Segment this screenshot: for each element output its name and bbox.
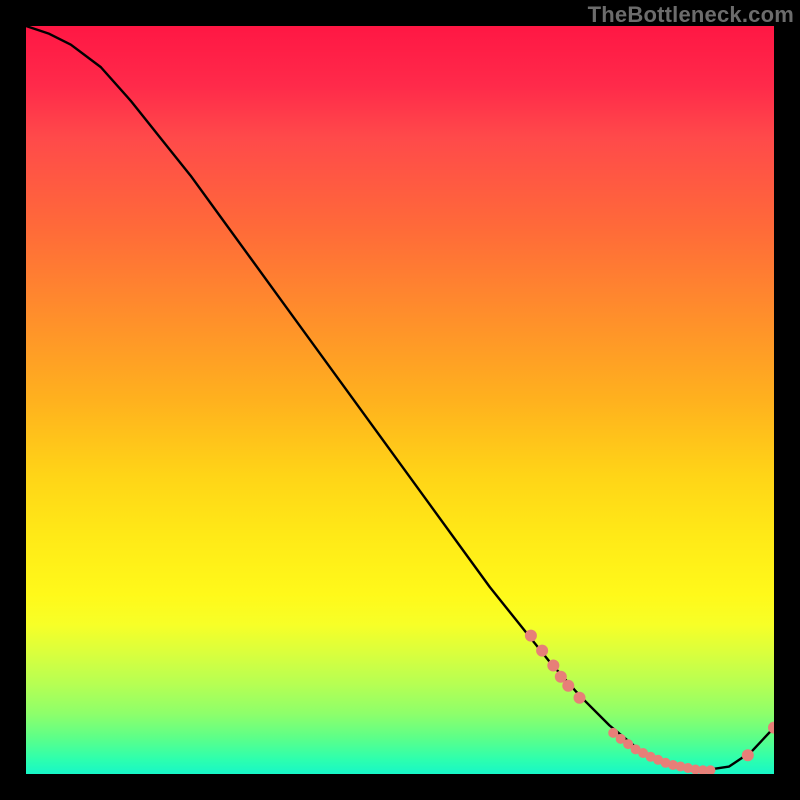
cluster-upper-point <box>547 660 559 672</box>
chart-svg <box>26 26 774 774</box>
cluster-upper-point <box>536 645 548 657</box>
cluster-upper-point <box>562 680 574 692</box>
cluster-bottom-point <box>705 765 715 774</box>
bottleneck-curve <box>26 26 774 771</box>
chart-area <box>26 26 774 774</box>
watermark-label: TheBottleneck.com <box>588 2 794 28</box>
cluster-rise-point <box>742 749 754 761</box>
cluster-upper-point <box>525 630 537 642</box>
scatter-markers <box>525 630 774 774</box>
cluster-upper-point <box>574 692 586 704</box>
